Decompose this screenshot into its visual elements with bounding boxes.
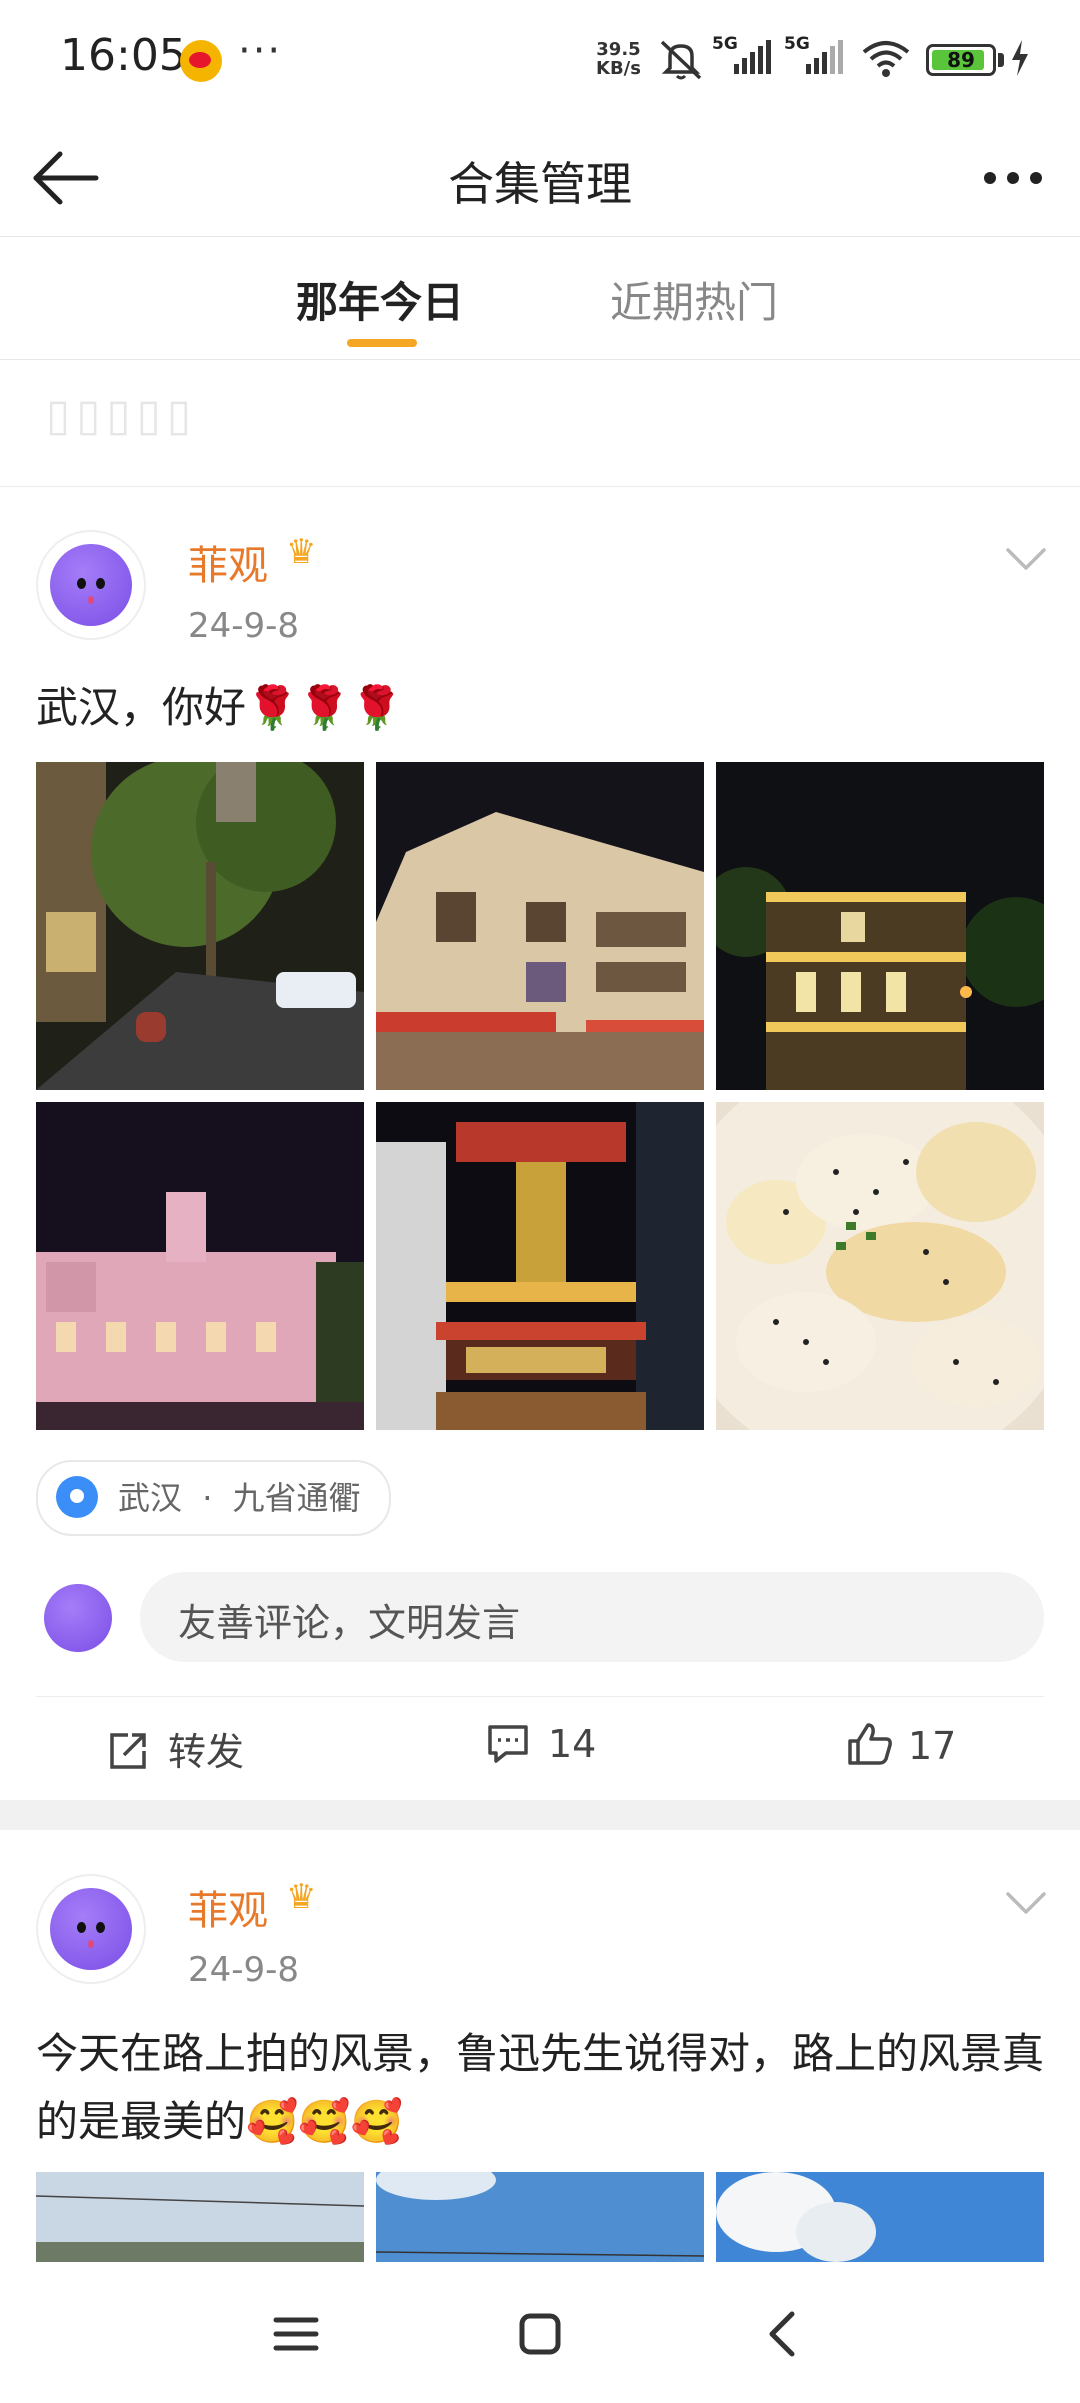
photo-street-night[interactable] — [36, 762, 364, 1090]
photo-dumplings[interactable] — [716, 1102, 1044, 1430]
active-tab-indicator — [347, 339, 417, 347]
menu-icon[interactable] — [266, 2304, 326, 2364]
comment-placeholder: 友善评论，文明发言 — [178, 1601, 521, 1645]
post-date: 24-9-8 — [188, 606, 300, 646]
avatar-face — [50, 1888, 132, 1970]
tab-recent-hot[interactable]: 近期热门 — [610, 269, 778, 330]
comment-icon — [488, 1725, 528, 1763]
chevron-down-icon[interactable] — [1004, 544, 1048, 574]
username[interactable]: 菲观 — [188, 1878, 268, 1936]
signal1-icon — [734, 40, 771, 74]
avatar-mouth — [88, 596, 94, 604]
chevron-down-icon[interactable] — [1004, 1888, 1048, 1918]
network-speed-value: 39.5 — [596, 39, 641, 60]
username[interactable]: 菲观 — [188, 533, 268, 591]
battery-tip — [998, 53, 1004, 67]
faded-placeholder: ▯▯▯▯▯ — [0, 360, 1080, 487]
repost-button[interactable]: 转发 — [106, 1721, 244, 1776]
post-text: 今天在路上拍的风景，鲁迅先生说得对，路上的风景真的是最美的🥰🥰🥰 — [36, 2029, 1045, 2146]
avatar-eye-left — [77, 1922, 86, 1933]
photo-gold-store[interactable] — [376, 1102, 704, 1430]
faded-placeholder-text: ▯▯▯▯▯ — [46, 390, 198, 441]
weibo-icon — [180, 40, 222, 82]
like-button[interactable]: 17 — [846, 1721, 956, 1769]
system-nav-bar — [0, 2262, 1080, 2403]
location-separator: · — [202, 1479, 213, 1517]
photo-pink-building[interactable] — [36, 1102, 364, 1430]
photo-sky-2[interactable] — [376, 2172, 704, 2262]
post-action-bar: 转发 14 17 — [36, 1696, 1044, 1803]
avatar-eye-right — [96, 578, 105, 589]
comment-button[interactable]: 14 — [486, 1721, 596, 1766]
photo-sky-3[interactable] — [716, 2172, 1044, 2262]
photo-corner-building[interactable] — [716, 762, 1044, 1090]
signal2-icon — [806, 40, 843, 74]
more-icon[interactable] — [978, 146, 1048, 210]
my-avatar — [44, 1584, 112, 1652]
page-title: 合集管理 — [448, 157, 632, 211]
tab-bar: 那年今日 近期热门 — [0, 237, 1080, 360]
avatar-mouth — [88, 1940, 94, 1948]
tab-on-this-day[interactable]: 那年今日 — [296, 269, 464, 330]
battery-indicator: 89 — [926, 44, 996, 76]
status-time: 16:05 — [60, 30, 187, 81]
section-divider — [0, 1800, 1080, 1830]
nav-header: 合集管理 — [0, 120, 1080, 237]
repost-icon — [110, 1733, 146, 1769]
crown-icon: ♛ — [286, 1877, 317, 1917]
avatar-eye-right — [96, 1922, 105, 1933]
location-place: 九省通衢 — [232, 1479, 361, 1517]
charging-icon — [1012, 40, 1028, 76]
repost-label: 转发 — [168, 1730, 245, 1774]
mute-icon — [660, 40, 702, 80]
status-more-dots: ··· — [238, 28, 283, 74]
post-text: 武汉，你好🌹🌹🌹 — [36, 683, 403, 732]
crown-icon: ♛ — [286, 532, 317, 572]
like-count: 17 — [908, 1724, 957, 1768]
avatar[interactable] — [36, 1874, 146, 1984]
location-icon — [56, 1476, 98, 1518]
like-icon — [848, 1723, 892, 1765]
network-speed: 39.5 KB/s — [596, 40, 641, 78]
wifi-icon — [862, 41, 910, 77]
battery-level-text: 89 — [947, 48, 975, 72]
comment-count: 14 — [548, 1722, 597, 1766]
status-bar: 16:05 ··· 39.5 KB/s 5G 5G 89 — [0, 0, 1080, 120]
comment-input[interactable]: 友善评论，文明发言 — [140, 1572, 1044, 1662]
photo-sky-1[interactable] — [36, 2172, 364, 2262]
avatar-face — [50, 544, 132, 626]
back-icon[interactable] — [754, 2304, 814, 2364]
network-speed-unit: KB/s — [596, 58, 641, 79]
avatar-eye-left — [77, 578, 86, 589]
post-date: 24-9-8 — [188, 1950, 300, 1990]
location-city: 武汉 — [118, 1479, 183, 1517]
avatar[interactable] — [36, 530, 146, 640]
home-icon[interactable] — [510, 2304, 570, 2364]
photo-colonial-building[interactable] — [376, 762, 704, 1090]
location-tag[interactable]: 武汉 · 九省通衢 — [36, 1460, 391, 1536]
